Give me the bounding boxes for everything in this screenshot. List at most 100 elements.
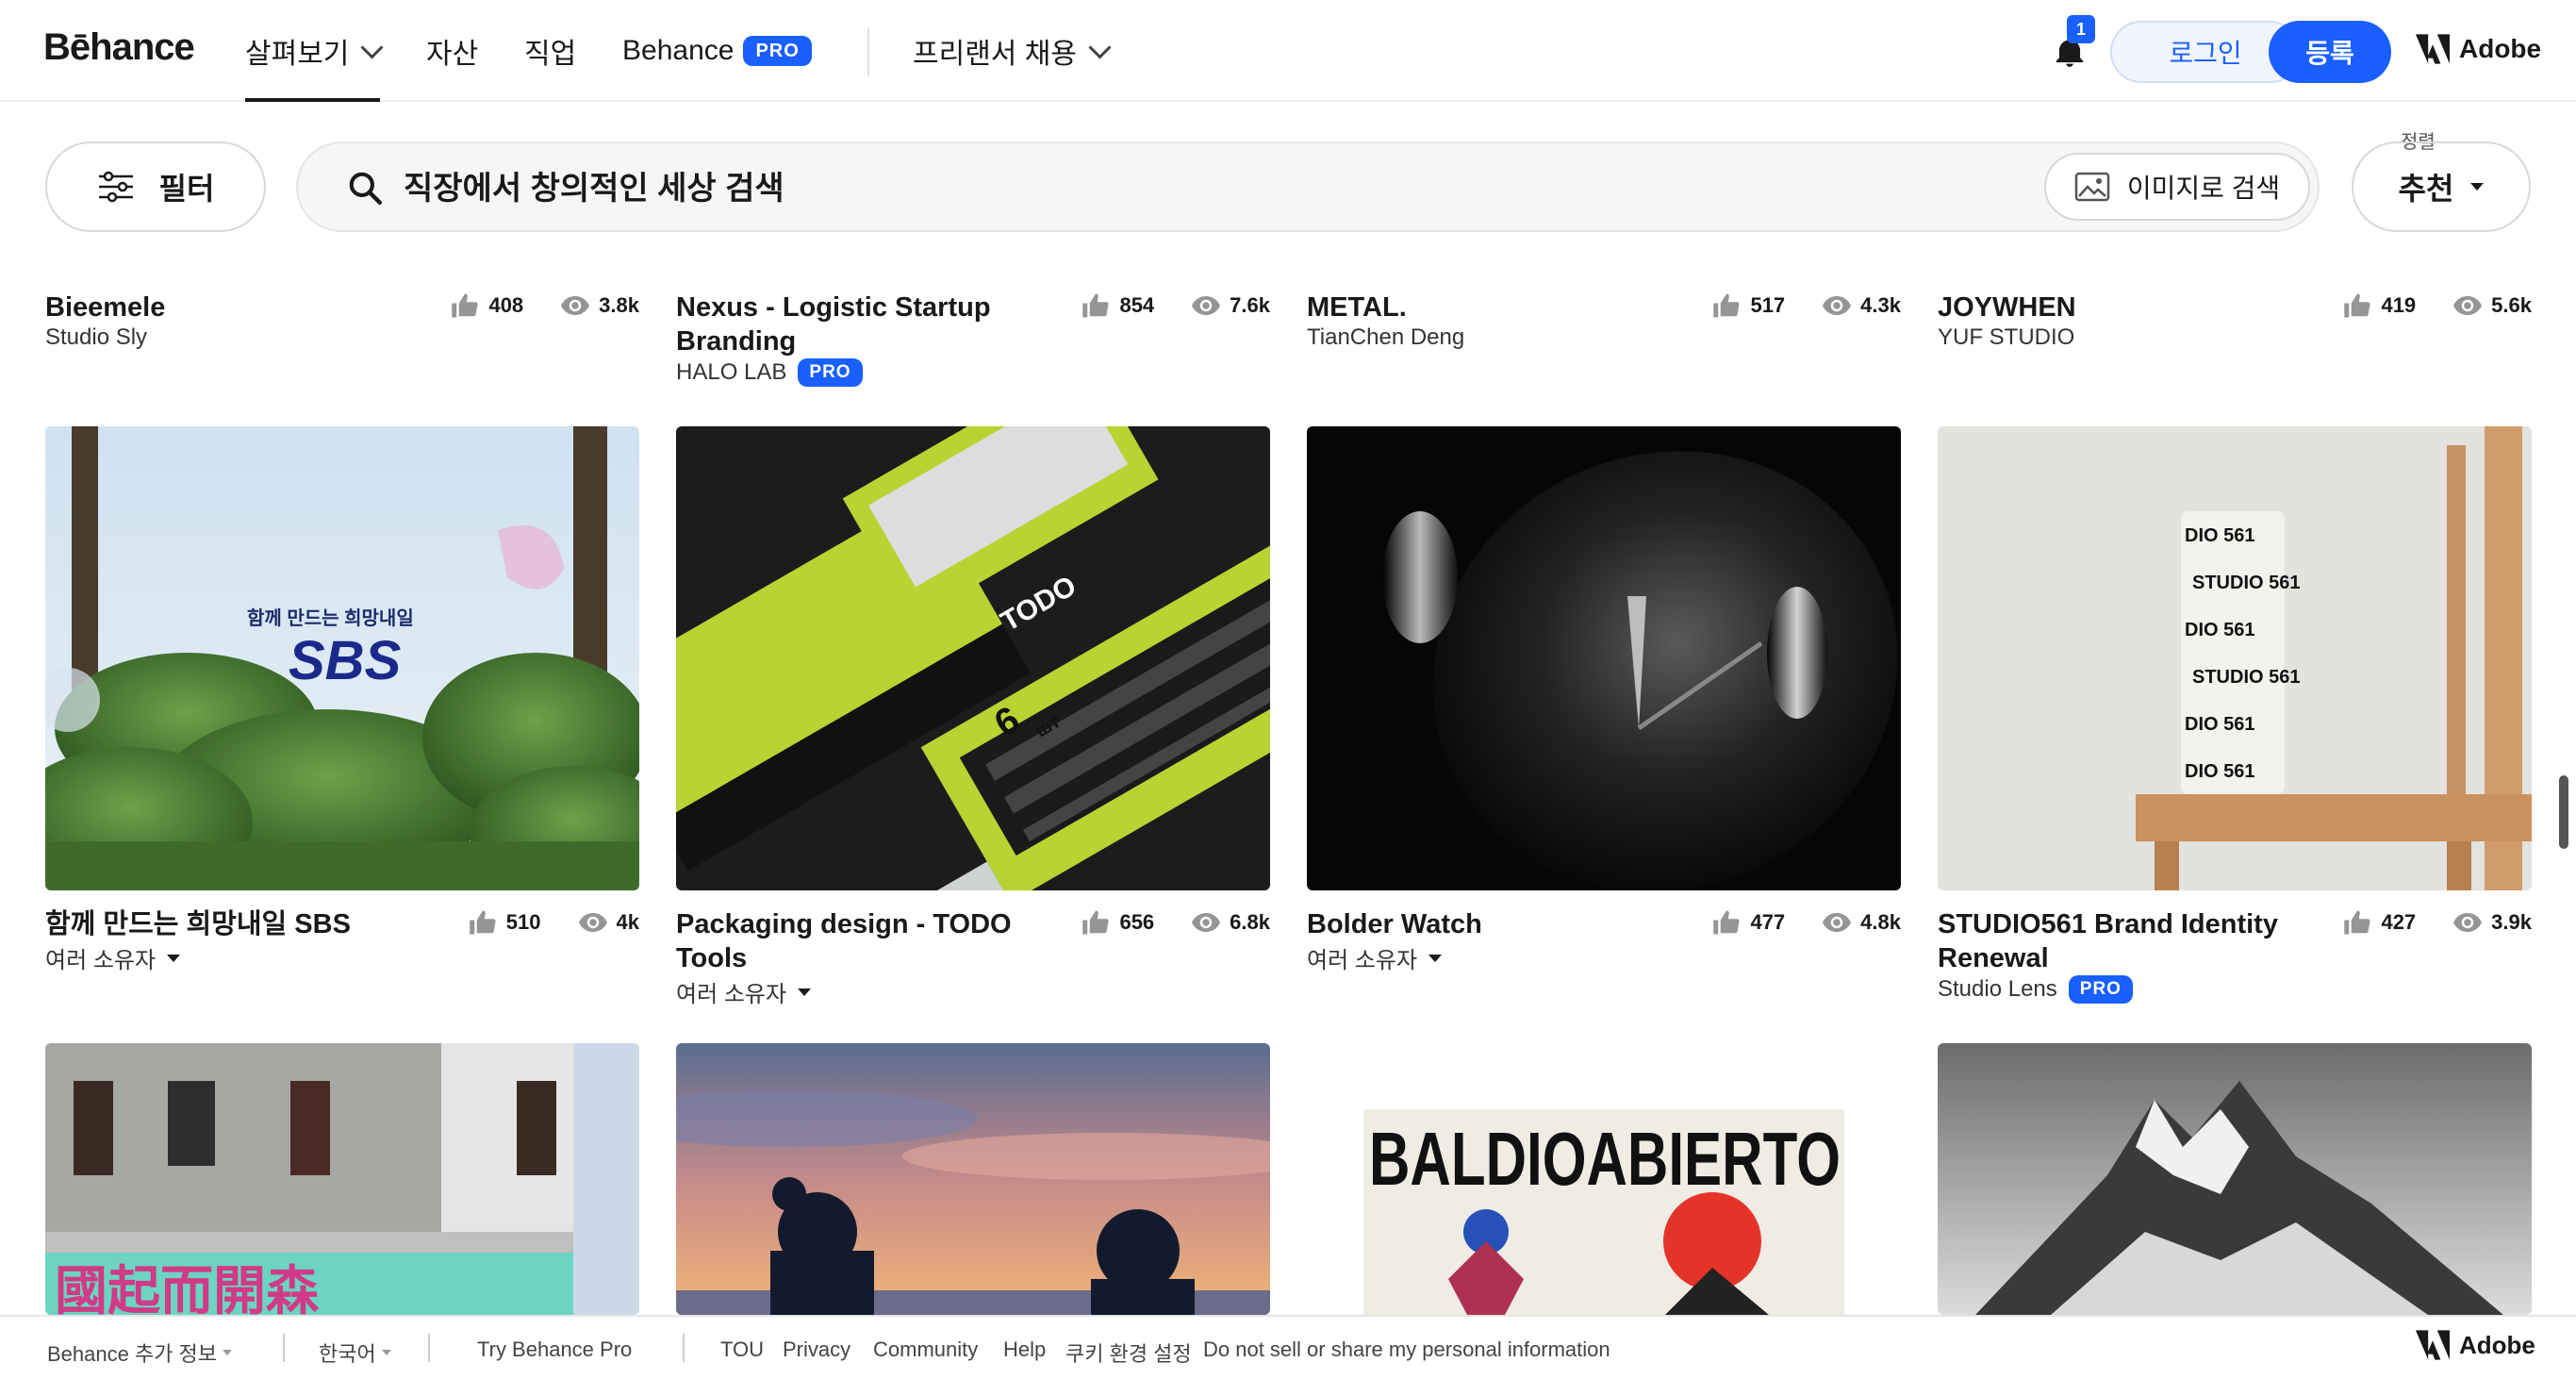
project-thumbnail[interactable]: BALDIOABIERTO [1307, 1043, 1901, 1315]
footer-tou[interactable]: TOU [720, 1337, 764, 1362]
project-card[interactable]: DIO 561 STUDIO 561 DIO 561 STUDIO 561 DI… [1938, 426, 2532, 1011]
project-thumbnail[interactable] [676, 1043, 1270, 1315]
footer-adobe-link[interactable]: Adobe [2416, 1330, 2535, 1360]
footer-community[interactable]: Community [873, 1337, 978, 1362]
project-owner[interactable]: 여러 소유자 [45, 941, 181, 974]
project-thumbnail[interactable] [1307, 426, 1901, 890]
project-stats: 854 7.6k [1082, 292, 1270, 319]
project-thumbnail[interactable] [1938, 1043, 2532, 1315]
project-card[interactable]: 6 шт TODO Packaging design - TODO Tools … [676, 426, 1270, 1011]
owner-name: 여러 소유자 [676, 982, 787, 1007]
project-title[interactable]: METAL. [1307, 291, 1684, 324]
project-stats: 477 4.8k [1712, 909, 1901, 936]
project-stats: 408 3.8k [451, 292, 639, 319]
owner-name: YUF STUDIO [1938, 324, 2075, 350]
search-icon [349, 172, 383, 206]
owner-name: Studio Sly [45, 324, 148, 350]
adobe-link[interactable]: Adobe [2416, 34, 2541, 64]
project-title[interactable]: Bieemele [45, 291, 422, 324]
chevron-down-icon [360, 35, 384, 59]
nav-jobs-label: 직업 [524, 39, 577, 70]
footer-privacy[interactable]: Privacy [783, 1337, 850, 1362]
project-title[interactable]: STUDIO561 Brand Identity Renewal [1938, 907, 2315, 975]
view-count: 3.9k [2491, 910, 2532, 934]
pro-badge: PRO [2068, 975, 2133, 1004]
footer-help[interactable]: Help [1003, 1337, 1046, 1362]
chinese-sign-text: 國起而開森 [55, 1261, 320, 1315]
caret-down-icon [798, 988, 812, 996]
project-thumbnail[interactable]: 6 шт TODO [676, 426, 1270, 890]
view-count: 4k [616, 910, 639, 934]
sbs-logo: SBS [289, 630, 402, 691]
project-card[interactable]: 함께 만드는 희망내일 SBS 함께 만드는 희망내일 SBS 여러 소유자 5… [45, 426, 639, 1011]
project-owner[interactable]: HALO LAB PRO [676, 358, 863, 387]
nav-assets[interactable]: 자산 [426, 32, 478, 70]
nav-hire-freelancers[interactable]: 프리랜서 채용 [913, 32, 1112, 70]
search-input[interactable] [402, 164, 1726, 213]
project-owner[interactable]: Studio Sly [45, 324, 147, 351]
project-stats: 510 4k [469, 909, 639, 936]
project-thumbnail[interactable]: 함께 만드는 희망내일 SBS [45, 426, 639, 890]
filter-button[interactable]: 필터 [45, 141, 266, 232]
project-owner[interactable]: Studio Lens PRO [1938, 975, 2133, 1004]
signup-button[interactable]: 등록 [2269, 21, 2391, 83]
owner-name: Studio Lens [1938, 976, 2057, 1002]
sliders-icon [98, 171, 133, 203]
caret-down-icon [381, 1350, 391, 1355]
project-card[interactable]: Nexus - Logistic Startup Branding HALO L… [676, 272, 1270, 394]
nav-jobs[interactable]: 직업 [524, 32, 576, 70]
image-icon [2074, 172, 2110, 202]
project-card[interactable]: JOYWHEN YUF STUDIO 419 5.6k [1938, 272, 2532, 394]
project-title[interactable]: Nexus - Logistic Startup Branding [676, 291, 1053, 358]
thumbs-up-icon [1082, 910, 1109, 935]
sort-value: 추천 [2398, 172, 2454, 206]
project-card[interactable]: METAL. TianChen Deng 517 4.3k [1307, 272, 1901, 394]
view-count: 4.8k [1860, 910, 1901, 934]
thumbs-up-icon [1082, 293, 1109, 318]
project-title[interactable]: JOYWHEN [1938, 291, 2315, 324]
project-card[interactable]: Bolder Watch 여러 소유자 477 4.8k [1307, 426, 1901, 1011]
footer-try-pro[interactable]: Try Behance Pro [477, 1337, 632, 1362]
project-stats: 419 5.6k [2343, 292, 2532, 319]
project-title[interactable]: 함께 만드는 희망내일 SBS [45, 907, 422, 941]
footer-do-not-sell[interactable]: Do not sell or share my personal informa… [1203, 1337, 1610, 1362]
eye-icon [578, 913, 607, 932]
nav-behance-pro[interactable]: Behance PRO [622, 32, 812, 70]
footer-language[interactable]: 한국어 [319, 1337, 391, 1368]
project-card[interactable]: Bieemele Studio Sly 408 3.8k [45, 272, 639, 394]
nav-assets-label: 자산 [426, 39, 479, 70]
project-title[interactable]: Bolder Watch [1307, 907, 1684, 941]
baldioabierto-thumbnail-image: BALDIOABIERTO [1307, 1043, 1901, 1315]
project-thumbnail[interactable]: 國起而開森 [45, 1043, 639, 1315]
footer-adobe-label: Adobe [2459, 1330, 2535, 1359]
project-owner[interactable]: YUF STUDIO [1938, 324, 2074, 351]
behance-logo[interactable]: Bēhance [43, 26, 195, 69]
sort-dropdown[interactable]: 추천 [2352, 141, 2531, 232]
nav-explore[interactable]: 살펴보기 [245, 32, 384, 102]
filter-bar: 필터 이미지로 검색 정렬 추천 [0, 102, 2576, 272]
thumbs-up-icon [452, 293, 478, 318]
footer-divider [283, 1334, 285, 1362]
building-thumbnail-image: 國起而開森 [45, 1043, 639, 1315]
eye-icon [1192, 913, 1221, 932]
footer-divider [683, 1334, 685, 1362]
image-search-button[interactable]: 이미지로 검색 [2044, 153, 2310, 221]
project-owner[interactable]: 여러 소유자 [676, 975, 812, 1008]
caret-down-icon [1428, 954, 1443, 962]
project-title[interactable]: Packaging design - TODO Tools [676, 907, 1053, 975]
caret-down-icon [2470, 183, 2485, 191]
footer-cookie-settings[interactable]: 쿠키 환경 설정 [1065, 1337, 1192, 1368]
search-box[interactable]: 이미지로 검색 [296, 141, 2320, 232]
studio561-print-6: DIO 561 [2185, 761, 2254, 782]
view-count: 7.6k [1230, 293, 1270, 317]
project-owner[interactable]: 여러 소유자 [1307, 941, 1443, 974]
footer-more-info[interactable]: Behance 추가 정보 [47, 1337, 233, 1368]
sbs-thumbnail-image: 함께 만드는 희망내일 SBS [45, 426, 639, 890]
notification-count-badge: 1 [2067, 15, 2095, 43]
project-thumbnail[interactable]: DIO 561 STUDIO 561 DIO 561 STUDIO 561 DI… [1938, 426, 2532, 890]
filter-label: 필터 [158, 172, 215, 206]
page-scrollbar-thumb[interactable] [2559, 775, 2568, 849]
project-owner[interactable]: TianChen Deng [1307, 324, 1464, 351]
project-stats: 517 4.3k [1712, 292, 1901, 319]
eye-icon [2453, 913, 2483, 932]
